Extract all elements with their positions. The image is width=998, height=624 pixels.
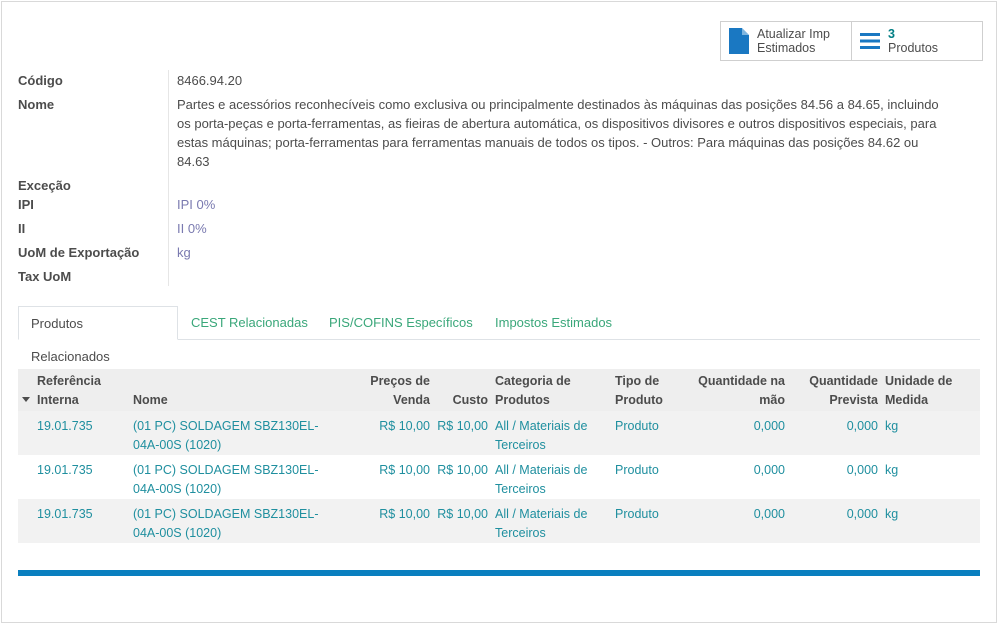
header-text: Interna — [37, 393, 79, 407]
field-separator — [168, 70, 169, 286]
cell-categoria: All / Materiais de Terceiros — [495, 461, 587, 499]
header-tipo-de-produto[interactable]: Tipo de Produto — [615, 372, 663, 410]
header-text: Tipo de — [615, 374, 660, 388]
table-row[interactable]: 19.01.735 (01 PC) SOLDAGEM SBZ130EL- 04A… — [18, 499, 980, 543]
cell-tipo: Produto — [615, 463, 659, 477]
ipi-value-link[interactable]: IPI 0% — [177, 195, 215, 214]
cell-unidade: kg — [885, 419, 899, 433]
cell-unidade: kg — [885, 463, 899, 477]
cell-text: (01 PC) SOLDAGEM SBZ130EL- — [133, 419, 319, 433]
cell-qtd-prevista: 0,000 — [846, 463, 878, 477]
nome-label: Nome — [18, 97, 55, 112]
smart-button-box: Atualizar Imp Estimados 3 Produtos — [720, 21, 983, 61]
nome-line-4: 84.63 — [177, 154, 210, 169]
header-text: Preços de — [370, 374, 430, 388]
cell-nome: (01 PC) SOLDAGEM SBZ130EL- 04A-00S (1020… — [133, 461, 318, 499]
document-icon — [729, 28, 749, 54]
cell-text: (01 PC) SOLDAGEM SBZ130EL- — [133, 507, 319, 521]
cell-custo: R$ 10,00 — [437, 507, 488, 521]
codigo-label: Código — [18, 73, 63, 88]
header-nome[interactable]: Nome — [133, 391, 168, 410]
header-unidade-de-medida[interactable]: Unidade de Medida — [885, 372, 952, 410]
cell-qtd-mao: 0,000 — [753, 463, 785, 477]
cell-referencia: 19.01.735 — [37, 463, 93, 477]
uom-export-label: UoM de Exportação — [18, 245, 140, 260]
header-quantidade-na-mao[interactable]: Quantidade na mão — [688, 372, 785, 410]
list-icon — [860, 33, 880, 49]
ii-value-link[interactable]: II 0% — [177, 219, 207, 238]
cell-text: 04A-00S (1020) — [133, 526, 222, 540]
header-categoria-de-produtos[interactable]: Categoria de Produtos — [495, 372, 571, 410]
ii-label: II — [18, 221, 26, 236]
header-text: Quantidade — [809, 374, 878, 388]
cell-text: 04A-00S (1020) — [133, 482, 222, 496]
products-smart-button[interactable]: 3 Produtos — [852, 22, 982, 60]
table-header: Referência Interna Nome Preços de Venda … — [18, 369, 980, 411]
sort-desc-icon — [22, 397, 30, 402]
cell-qtd-prevista: 0,000 — [846, 507, 878, 521]
header-text: Medida — [885, 393, 929, 407]
header-text: Referência — [37, 374, 101, 388]
cell-nome: (01 PC) SOLDAGEM SBZ130EL- 04A-00S (1020… — [133, 505, 318, 543]
header-text: mão — [759, 393, 785, 407]
header-text: Prevista — [829, 393, 878, 407]
cell-text: All / Materiais de — [495, 419, 588, 433]
cell-qtd-prevista: 0,000 — [846, 419, 878, 433]
cell-tipo: Produto — [615, 419, 659, 433]
cell-text: 04A-00S (1020) — [133, 438, 222, 452]
header-custo[interactable]: Custo — [438, 391, 488, 410]
table-row[interactable]: 19.01.735 (01 PC) SOLDAGEM SBZ130EL- 04A… — [18, 411, 980, 455]
update-button-label-1: Atualizar Imp — [757, 27, 830, 41]
header-text: Venda — [393, 393, 430, 407]
tax-uom-label: Tax UoM — [18, 269, 72, 284]
table-row[interactable]: 19.01.735 (01 PC) SOLDAGEM SBZ130EL- 04A… — [18, 455, 980, 499]
header-text: Produto — [615, 393, 663, 407]
section-bottom-bar — [18, 570, 980, 576]
cell-custo: R$ 10,00 — [437, 419, 488, 433]
header-text: Unidade de — [885, 374, 953, 388]
cell-unidade: kg — [885, 507, 899, 521]
cell-text: Terceiros — [495, 526, 546, 540]
header-referencia-interna[interactable]: Referência Interna — [37, 372, 101, 410]
codigo-value: 8466.94.20 — [177, 73, 243, 88]
cell-qtd-mao: 0,000 — [753, 419, 785, 433]
header-precos-de-venda[interactable]: Preços de Venda — [358, 372, 430, 410]
update-button-label-2: Estimados — [757, 41, 816, 55]
tab-pis-cofins-especificos[interactable]: PIS/COFINS Específicos — [329, 306, 473, 339]
nome-line-1: Partes e acessórios reconhecíveis como e… — [177, 97, 939, 112]
cell-preco-venda: R$ 10,00 — [379, 507, 430, 521]
cell-text: Terceiros — [495, 482, 546, 496]
nome-line-2: os porta-peças e porta-ferramentas, as f… — [177, 116, 937, 131]
products-label: Produtos — [888, 41, 939, 55]
cell-text: (01 PC) SOLDAGEM SBZ130EL- — [133, 463, 319, 477]
notebook-tabs: Produtos Relacionados CEST Relacionadas … — [18, 306, 980, 364]
cell-categoria: All / Materiais de Terceiros — [495, 417, 587, 455]
cell-preco-venda: R$ 10,00 — [379, 463, 430, 477]
ipi-label: IPI — [18, 197, 34, 212]
cell-custo: R$ 10,00 — [437, 463, 488, 477]
header-quantidade-prevista[interactable]: Quantidade Prevista — [798, 372, 878, 410]
cell-categoria: All / Materiais de Terceiros — [495, 505, 587, 543]
cell-preco-venda: R$ 10,00 — [379, 419, 430, 433]
cell-qtd-mao: 0,000 — [753, 507, 785, 521]
tab-cest-relacionadas[interactable]: CEST Relacionadas — [191, 306, 308, 339]
uom-export-value-link[interactable]: kg — [177, 243, 191, 262]
cell-text: Terceiros — [495, 438, 546, 452]
header-text: Produtos — [495, 393, 550, 407]
products-count: 3 — [888, 27, 895, 41]
cell-nome: (01 PC) SOLDAGEM SBZ130EL- 04A-00S (1020… — [133, 417, 318, 455]
update-estimated-taxes-button[interactable]: Atualizar Imp Estimados — [721, 22, 852, 60]
cell-tipo: Produto — [615, 507, 659, 521]
tab-impostos-estimados[interactable]: Impostos Estimados — [495, 306, 612, 339]
nome-line-3: estas máquinas; porta-ferramentas para f… — [177, 135, 919, 150]
cell-referencia: 19.01.735 — [37, 419, 93, 433]
excecao-label: Exceção — [18, 178, 71, 193]
cell-referencia: 19.01.735 — [37, 507, 93, 521]
nome-value: Partes e acessórios reconhecíveis como e… — [177, 95, 957, 171]
header-text: Categoria de — [495, 374, 571, 388]
tab-produtos-relacionados[interactable]: Produtos Relacionados — [18, 306, 178, 364]
cell-text: All / Materiais de — [495, 507, 588, 521]
cell-text: All / Materiais de — [495, 463, 588, 477]
header-text: Quantidade na — [698, 374, 785, 388]
